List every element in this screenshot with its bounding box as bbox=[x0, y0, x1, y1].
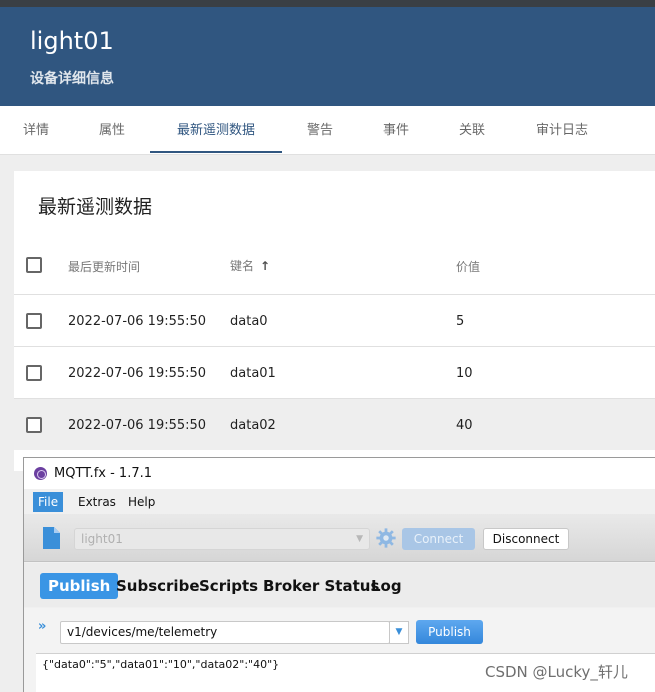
topic-dropdown-button[interactable]: ▼ bbox=[389, 621, 409, 644]
row-key: data01 bbox=[230, 366, 276, 381]
column-header-key-label: 键名 bbox=[230, 259, 255, 273]
tab-relations[interactable]: 关联 bbox=[444, 106, 500, 155]
row-key: data0 bbox=[230, 314, 268, 329]
tab-details[interactable]: 详情 bbox=[8, 106, 64, 155]
file-icon[interactable] bbox=[41, 526, 61, 550]
tab-alarms[interactable]: 警告 bbox=[292, 106, 348, 155]
device-header: light01 设备详细信息 bbox=[0, 7, 655, 106]
row-value: 10 bbox=[456, 366, 473, 381]
publish-button[interactable]: Publish bbox=[416, 620, 483, 644]
tab-publish[interactable]: Publish bbox=[40, 573, 119, 599]
device-tabs: 详情 属性 最新遥测数据 警告 事件 关联 审计日志 bbox=[0, 106, 655, 155]
tab-events[interactable]: 事件 bbox=[368, 106, 424, 155]
tab-broker-status[interactable]: Broker Status bbox=[263, 573, 379, 599]
menu-help[interactable]: Help bbox=[123, 492, 160, 512]
topic-input[interactable]: v1/devices/me/telemetry bbox=[60, 621, 390, 644]
row-value: 5 bbox=[456, 314, 465, 329]
mqttfx-tabs: Publish Subscribe Scripts Broker Status … bbox=[24, 563, 655, 607]
arrow-up-icon: ↑ bbox=[260, 259, 271, 273]
connection-toolbar: light01 ▼ Connect Disconnect bbox=[24, 514, 655, 562]
menu-file[interactable]: File bbox=[33, 492, 64, 512]
mqttfx-titlebar[interactable]: MQTT.fx - 1.7.1 bbox=[24, 458, 655, 489]
mqttfx-window-title: MQTT.fx - 1.7.1 bbox=[54, 466, 152, 481]
mqttfx-menubar: File Extras Help bbox=[24, 489, 655, 514]
disconnect-button[interactable]: Disconnect bbox=[483, 528, 569, 550]
menu-extras[interactable]: Extras bbox=[73, 492, 121, 512]
mqttfx-app-icon bbox=[34, 467, 47, 480]
connect-button[interactable]: Connect bbox=[402, 528, 475, 550]
active-tab-indicator bbox=[150, 151, 282, 153]
select-all-checkbox[interactable] bbox=[26, 257, 42, 273]
mqttfx-window: MQTT.fx - 1.7.1 File Extras Help light01… bbox=[23, 457, 655, 692]
row-value: 40 bbox=[456, 418, 473, 433]
tab-attributes[interactable]: 属性 bbox=[84, 106, 140, 155]
tab-log[interactable]: Log bbox=[371, 573, 402, 599]
tab-audit-logs[interactable]: 审计日志 bbox=[522, 106, 602, 155]
payload-text: {"data0":"5","data01":"10","data02":"40"… bbox=[42, 658, 280, 671]
device-name: light01 bbox=[30, 27, 114, 55]
tab-latest-telemetry[interactable]: 最新遥测数据 bbox=[150, 106, 282, 155]
device-subtitle: 设备详细信息 bbox=[30, 71, 114, 87]
watermark: CSDN @Lucky_轩儿 bbox=[485, 663, 628, 681]
column-header-value[interactable]: 价值 bbox=[456, 258, 480, 275]
tab-subscribe[interactable]: Subscribe bbox=[116, 573, 200, 599]
column-header-key[interactable]: 键名 ↑ bbox=[230, 257, 270, 274]
double-chevron-right-icon[interactable]: » bbox=[38, 619, 46, 634]
chevron-down-icon: ▼ bbox=[356, 534, 363, 544]
row-divider bbox=[14, 294, 655, 295]
row-updated: 2022-07-06 19:55:50 bbox=[68, 366, 207, 381]
connection-profile-value: light01 bbox=[81, 532, 123, 546]
row-divider bbox=[14, 346, 655, 347]
row-key: data02 bbox=[230, 418, 276, 433]
window-top-border bbox=[0, 0, 655, 7]
row-checkbox[interactable] bbox=[26, 417, 42, 433]
telemetry-title: 最新遥测数据 bbox=[38, 196, 153, 218]
row-updated: 2022-07-06 19:55:50 bbox=[68, 418, 207, 433]
gear-icon[interactable] bbox=[375, 527, 397, 549]
row-updated: 2022-07-06 19:55:50 bbox=[68, 314, 207, 329]
tab-scripts[interactable]: Scripts bbox=[199, 573, 258, 599]
row-checkbox[interactable] bbox=[26, 313, 42, 329]
row-checkbox[interactable] bbox=[26, 365, 42, 381]
column-header-updated[interactable]: 最后更新时间 bbox=[68, 258, 140, 275]
connection-profile-select[interactable]: light01 ▼ bbox=[74, 528, 370, 550]
